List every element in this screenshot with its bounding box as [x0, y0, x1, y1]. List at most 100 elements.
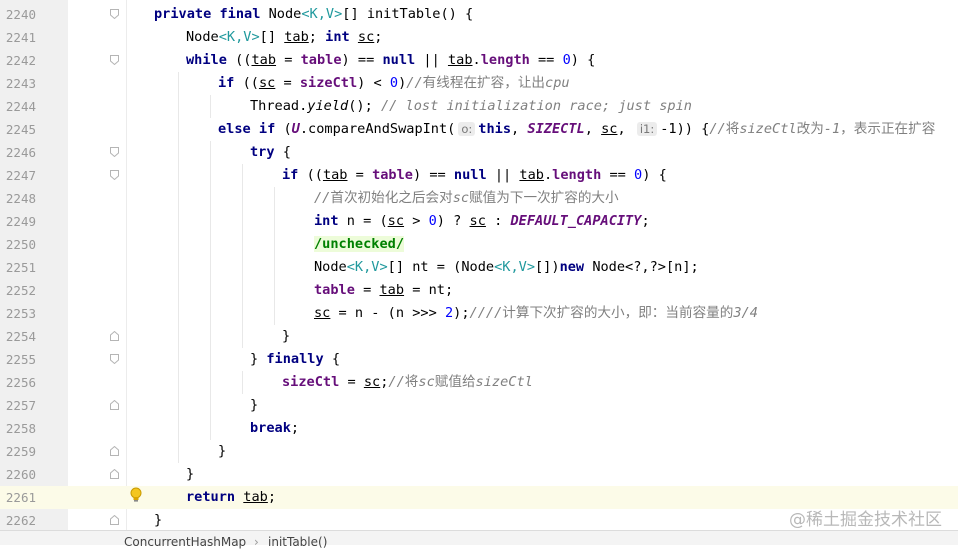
code-token: > [404, 213, 429, 229]
code-token: // [709, 121, 726, 137]
indent-guide [210, 95, 211, 118]
code-token: [] nt = (Node [387, 259, 495, 275]
code-token: DEFAULT_CAPACITY [510, 213, 642, 229]
breadcrumb-method[interactable]: initTable() [268, 535, 327, 549]
code-token: tab [379, 282, 405, 298]
code-token: -1 [823, 121, 841, 137]
code-token: yield [307, 98, 349, 114]
code-line[interactable]: 2260} [0, 463, 958, 486]
code-token: cpu [545, 75, 570, 91]
code-line[interactable]: 2240 private final Node<K,V>[] initTable(… [0, 3, 958, 26]
code-token: // [314, 190, 331, 206]
code-line[interactable]: 2248 //首次初始化之后会对sc赋值为下一次扩容的大小 [0, 187, 958, 210]
parameter-hint: i1: [636, 122, 658, 136]
breadcrumb-class[interactable]: ConcurrentHashMap [124, 535, 246, 549]
line-number: 2249 [5, 214, 36, 229]
code-token: null [382, 52, 416, 68]
code-line[interactable]: 2244 Thread.yield(); // lost initializati… [0, 95, 958, 118]
code-line[interactable]: 2246 try { [0, 141, 958, 164]
indent-guide [178, 233, 179, 256]
code-line[interactable]: 2253 sc = n - (n >>> 2);////计算下次扩容的大小，即：当… [0, 302, 958, 325]
indent-guide [178, 210, 179, 233]
code-token: <K,V> [218, 29, 260, 45]
code-line[interactable]: 2249 int n = (sc > 0) ? sc : DEFAULT_CAPA… [0, 210, 958, 233]
indent-guide [210, 302, 211, 325]
code-token: } [250, 397, 259, 413]
code-token: // lost initialization race; just spin [380, 98, 692, 114]
indent-guide [178, 417, 179, 440]
code-line[interactable]: 2242 while ((tab = table) == null || tab.… [0, 49, 958, 72]
code-token: else if [218, 121, 284, 137]
code-token: ; [290, 420, 300, 436]
code-text: else if (U.compareAndSwapInt(o: this, SIZ… [218, 118, 935, 141]
code-token: 将 [725, 121, 740, 137]
indent-guide [178, 164, 179, 187]
indent-guide [210, 256, 211, 279]
code-line[interactable]: 2259} [0, 440, 958, 463]
code-line[interactable]: 2245 else if (U.compareAndSwapInt(o: this,… [0, 118, 958, 141]
code-token: // [406, 75, 423, 91]
parameter-hint: o: [458, 122, 476, 136]
fold-start-icon[interactable] [110, 170, 119, 180]
code-line[interactable]: 2243 if ((sc = sizeCtl) < 0)//有线程在扩容，让出cp… [0, 72, 958, 95]
code-token: = [275, 75, 300, 91]
code-line[interactable]: 2257} [0, 394, 958, 417]
code-line[interactable]: 2254} [0, 325, 958, 348]
indent-guide [274, 256, 275, 279]
code-line[interactable]: 2241 Node<K,V>[] tab; int sc; [0, 26, 958, 49]
indent-guide [210, 371, 211, 394]
lightbulb-icon[interactable] [130, 487, 142, 511]
code-line[interactable]: 2258 break; [0, 417, 958, 440]
code-line[interactable]: 2256 sizeCtl = sc;//将sc赋值给sizeCtl [0, 371, 958, 394]
code-text: Thread.yield(); // lost initialization r… [250, 95, 692, 118]
code-token: == [601, 167, 635, 183]
indent-guide [178, 95, 179, 118]
code-token: sc [601, 121, 618, 137]
fold-end-icon[interactable] [110, 515, 119, 525]
fold-start-icon[interactable] [110, 354, 119, 364]
code-text: } [154, 509, 162, 532]
fold-end-icon[interactable] [110, 446, 119, 456]
fold-end-icon[interactable] [110, 400, 119, 410]
code-token: break [250, 420, 291, 436]
code-token: /unchecked/ [314, 236, 405, 252]
code-line[interactable]: 2255} finally { [0, 348, 958, 371]
code-token: sizeCtl [299, 75, 358, 91]
code-text: //首次初始化之后会对sc赋值为下一次扩容的大小 [314, 187, 619, 210]
line-number: 2247 [5, 168, 36, 183]
fold-start-icon[interactable] [110, 9, 119, 19]
code-token: 0 [428, 213, 437, 229]
fold-end-icon[interactable] [110, 331, 119, 341]
indent-guide [178, 394, 179, 417]
code-token: sc [258, 75, 276, 91]
code-token: , [584, 121, 602, 137]
code-token: } [218, 443, 227, 459]
code-line[interactable]: 2252 table = tab = nt; [0, 279, 958, 302]
indent-guide [210, 141, 211, 164]
code-line[interactable]: 2247 if ((tab = table) == null || tab.len… [0, 164, 958, 187]
indent-guide [178, 302, 179, 325]
code-line[interactable]: 2250/unchecked/ [0, 233, 958, 256]
code-token: tab [284, 29, 309, 45]
code-token: sc [469, 213, 486, 229]
code-token: sizeCtl [475, 374, 533, 390]
code-text: break; [250, 417, 299, 440]
indent-guide [210, 210, 211, 233]
line-number: 2243 [5, 76, 36, 91]
code-token: int [325, 29, 358, 45]
code-token: table [314, 282, 355, 298]
code-token: sc [357, 29, 375, 45]
indent-guide [242, 233, 243, 256]
code-token: ，表示正在扩容 [840, 121, 936, 137]
fold-start-icon[interactable] [110, 147, 119, 157]
code-token: ( [283, 121, 292, 137]
line-number: 2262 [5, 513, 36, 528]
code-editor[interactable]: 2240 private final Node<K,V>[] initTable(… [0, 3, 958, 532]
code-token: sc [387, 213, 405, 229]
code-token: 有线程在扩容，让出 [422, 75, 546, 91]
fold-end-icon[interactable] [110, 469, 119, 479]
code-token: int [314, 213, 347, 229]
code-line[interactable]: 2251 Node<K,V>[] nt = (Node<K,V>[])new No… [0, 256, 958, 279]
code-token: = nt; [404, 282, 454, 298]
fold-start-icon[interactable] [110, 55, 119, 65]
